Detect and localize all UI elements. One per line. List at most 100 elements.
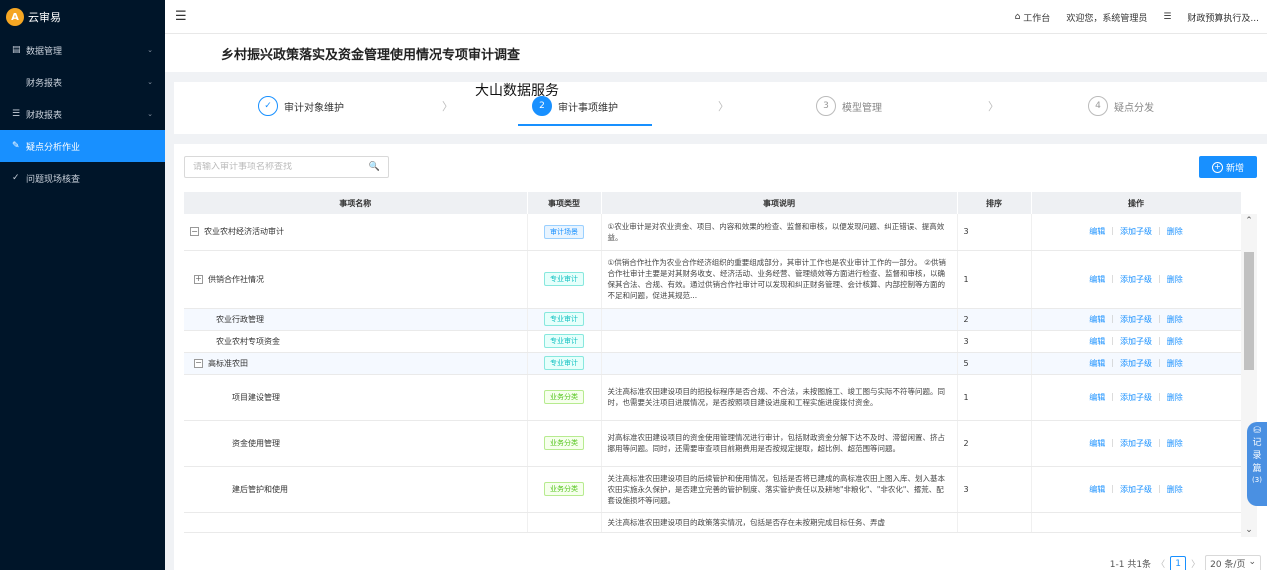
- sidebar-item-3[interactable]: ✎ 疑点分析作业: [0, 130, 165, 162]
- cell-operations: 编辑 | 添加子级 | 删除: [1031, 214, 1242, 251]
- table-row: 项目建设管理 业务分类 关注高标准农田建设项目的招投标程序是否合规、不合法，未按图施…: [184, 374, 1242, 421]
- scroll-up-icon[interactable]: ⌃: [1241, 216, 1257, 226]
- search-input[interactable]: [193, 162, 369, 172]
- edit-link[interactable]: 编辑: [1089, 392, 1105, 403]
- cell-order: 3: [957, 214, 1032, 251]
- add-child-link[interactable]: 添加子级: [1120, 358, 1152, 369]
- delete-link[interactable]: 删除: [1167, 274, 1183, 285]
- add-child-link[interactable]: 添加子级: [1120, 392, 1152, 403]
- page-size-select[interactable]: 20 条/页 ⌄: [1205, 555, 1261, 570]
- step-4[interactable]: 4 疑点分发: [1088, 96, 1154, 116]
- sidebar: A 云审易 ▤ 数据管理 ⌄ 财务报表 ⌄ ☰ 财政报表 ⌄ ✎ 疑点分析作业 ✓ 问题现场核查: [0, 0, 165, 570]
- cell-description: [601, 308, 958, 331]
- menu-icon[interactable]: ☰: [1163, 12, 1171, 22]
- menu-collapse-icon[interactable]: ☰: [175, 9, 187, 24]
- delete-link[interactable]: 删除: [1167, 314, 1183, 325]
- cell-description: 对高标准农田建设项目的资金使用管理情况进行审计，包括财政资金分解下达不及时、滞留…: [601, 420, 958, 467]
- search-icon[interactable]: 🔍: [369, 162, 380, 172]
- top-header: ☰ ⌂ 工作台 欢迎您，系统管理员 ☰ 财政预算执行及...: [165, 0, 1267, 34]
- column-header-name: 事项名称: [184, 192, 528, 214]
- cell-operations: 编辑 | 添加子级 | 删除: [1031, 250, 1242, 309]
- app-name: 云审易: [28, 11, 61, 24]
- page-size-label: 20 条/页: [1210, 560, 1246, 570]
- add-child-link[interactable]: 添加子级: [1120, 336, 1152, 347]
- separator: |: [1158, 437, 1161, 447]
- delete-link[interactable]: 删除: [1167, 336, 1183, 347]
- edit-link[interactable]: 编辑: [1089, 484, 1105, 495]
- edit-link[interactable]: 编辑: [1089, 274, 1105, 285]
- edit-link[interactable]: 编辑: [1089, 358, 1105, 369]
- column-header-ops: 操作: [1031, 192, 1242, 214]
- collapse-icon[interactable]: −: [194, 358, 203, 368]
- add-child-link[interactable]: 添加子级: [1120, 438, 1152, 449]
- step-label: 审计对象维护: [284, 102, 344, 114]
- add-child-link[interactable]: 添加子级: [1120, 484, 1152, 495]
- sidebar-item-1[interactable]: 财务报表 ⌄: [0, 66, 165, 98]
- plus-circle-icon: +: [1211, 161, 1223, 173]
- table-row: 农业农村专项资金 专业审计 3 编辑 | 添加子级 | 删除: [184, 330, 1242, 353]
- separator: |: [1158, 226, 1161, 236]
- cell-description: ①供销合作社作为农业合作经济组织的重要组成部分，其审计工作也是农业审计工作的一部…: [601, 250, 958, 309]
- sidebar-item-4[interactable]: ✓ 问题现场核查: [0, 162, 165, 194]
- page-title: 乡村振兴政策落实及资金管理使用情况专项审计调查: [165, 34, 1267, 72]
- next-page-icon[interactable]: 〉: [1191, 557, 1200, 570]
- cell-type: 业务分类: [527, 420, 602, 467]
- item-name: 高标准农田: [208, 358, 248, 368]
- edit-link[interactable]: 编辑: [1089, 438, 1105, 449]
- item-name: 农业农村经济活动审计: [204, 227, 284, 237]
- separator: |: [1158, 391, 1161, 401]
- prev-page-icon[interactable]: 〈: [1156, 557, 1165, 570]
- edit-link[interactable]: 编辑: [1089, 336, 1105, 347]
- add-child-link[interactable]: 添加子级: [1120, 274, 1152, 285]
- item-name: 供销合作社情况: [208, 274, 264, 284]
- delete-link[interactable]: 删除: [1167, 226, 1183, 237]
- app-logo[interactable]: A 云审易: [0, 0, 165, 34]
- separator: |: [1158, 313, 1161, 323]
- delete-link[interactable]: 删除: [1167, 438, 1183, 449]
- table-row: 建后管护和使用 业务分类 关注高标准农田建设项目的后续管护和使用情况，包括是否将已建…: [184, 466, 1242, 513]
- content-card: 🔍 + 新增 事项名称 事项类型 事项说明 排序 操作 −农业农村经济活动审计审…: [174, 144, 1267, 570]
- add-button[interactable]: + 新增: [1199, 156, 1257, 178]
- chevron-right-icon: 〉: [718, 100, 729, 113]
- item-name: 建后管护和使用: [232, 484, 288, 494]
- scrollbar-thumb[interactable]: [1244, 252, 1254, 370]
- type-tag: 业务分类: [544, 390, 584, 404]
- cell-name: 资金使用管理: [184, 420, 528, 467]
- edit-link[interactable]: 编辑: [1089, 314, 1105, 325]
- cell-description: [601, 330, 958, 353]
- edit-link[interactable]: 编辑: [1089, 226, 1105, 237]
- step-3[interactable]: 3 模型管理: [816, 96, 882, 116]
- sidebar-item-0[interactable]: ▤ 数据管理 ⌄: [0, 34, 165, 66]
- item-name: 农业行政管理: [216, 314, 264, 324]
- expand-icon[interactable]: +: [194, 274, 203, 284]
- workbench-label: 工作台: [1023, 13, 1051, 24]
- cell-name: − 高标准农田: [184, 352, 528, 375]
- separator: |: [1111, 273, 1114, 283]
- sidebar-item-2[interactable]: ☰ 财政报表 ⌄: [0, 98, 165, 130]
- page-number[interactable]: 1: [1170, 555, 1187, 570]
- record-icon: ⛁: [1253, 426, 1261, 436]
- cell-type: 审计场景: [527, 214, 602, 251]
- step-1[interactable]: ✓ 审计对象维护: [258, 96, 344, 116]
- record-widget[interactable]: ⛁ 记 录 篇 (3): [1247, 422, 1267, 506]
- cell-name: 项目建设管理: [184, 374, 528, 421]
- cell-operations: 编辑 | 添加子级 | 删除: [1031, 308, 1242, 331]
- cell-order: 1: [957, 374, 1032, 421]
- add-child-link[interactable]: 添加子级: [1120, 314, 1152, 325]
- separator: |: [1111, 226, 1114, 236]
- cell-operations: 编辑 | 添加子级 | 删除: [1031, 466, 1242, 513]
- report-selector[interactable]: 财政预算执行及...: [1187, 11, 1259, 24]
- scroll-down-icon[interactable]: ⌄: [1241, 525, 1257, 535]
- record-count: (3): [1252, 476, 1262, 484]
- delete-link[interactable]: 删除: [1167, 392, 1183, 403]
- delete-link[interactable]: 删除: [1167, 358, 1183, 369]
- collapse-icon[interactable]: −: [190, 227, 199, 237]
- cell-type: 专业审计: [527, 330, 602, 353]
- add-child-link[interactable]: 添加子级: [1120, 226, 1152, 237]
- step-number: 3: [816, 96, 836, 116]
- workbench-link[interactable]: ⌂ 工作台: [1015, 11, 1051, 24]
- sidebar-item-label: 数据管理: [26, 46, 63, 57]
- delete-link[interactable]: 删除: [1167, 484, 1183, 495]
- pagination-summary: 1-1 共1条: [1109, 560, 1152, 570]
- record-char-1: 记: [1252, 438, 1262, 448]
